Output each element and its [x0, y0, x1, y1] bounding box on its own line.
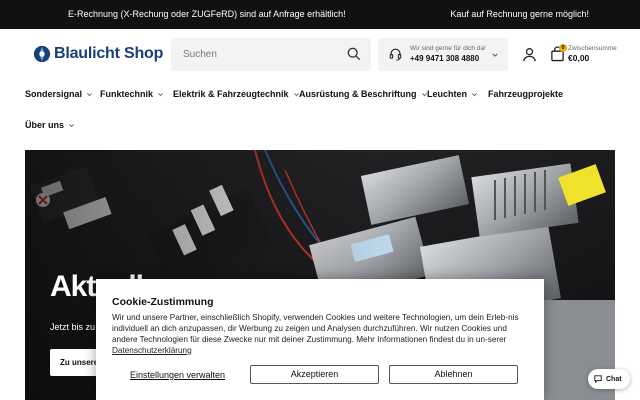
chevron-down-icon: [69, 123, 74, 127]
headset-icon: [389, 48, 402, 61]
nav-item-label: Über uns: [25, 120, 65, 130]
contact-label: Wir sind gerne für dich da!: [410, 45, 486, 52]
announcement-bar: E-Rechnung (X-Rechung oder ZUGFeRD) sind…: [0, 0, 640, 29]
nav-item-funktechnik[interactable]: Funktechnik: [100, 89, 164, 99]
chevron-down-icon: [158, 92, 163, 96]
chevron-down-icon: [492, 53, 498, 57]
cart-subtotal-label: Zwischensumme: [568, 45, 617, 52]
cookie-title: Cookie-Zustimmung: [112, 296, 214, 308]
nav-item-label: Sondersignal: [25, 89, 83, 99]
reject-button[interactable]: Ablehnen: [389, 365, 518, 384]
manage-settings-link[interactable]: Einstellungen verwalten: [130, 370, 225, 380]
nav-item-label: Funktechnik: [100, 89, 154, 99]
nav-item-leuchten[interactable]: Leuchten: [427, 89, 478, 99]
nav-item-label: Leuchten: [427, 89, 468, 99]
search-placeholder: Suchen: [183, 49, 217, 60]
nav-item-ausruestung[interactable]: Ausrüstung & Beschriftung: [299, 89, 428, 99]
cookie-consent-dialog: Cookie-Zustimmung Wir und unsere Partner…: [96, 279, 544, 400]
announcement-right: Kauf auf Rechnung gerne möglich!: [450, 9, 589, 19]
nav-item-label: Ausrüstung & Beschriftung: [299, 89, 417, 99]
nav-item-label: Fahrzeugprojekte: [488, 89, 564, 99]
cookie-body: Wir und unsere Partner, einschließlich S…: [112, 313, 519, 344]
nav-item-sondersignal[interactable]: Sondersignal: [25, 89, 93, 99]
site-logo[interactable]: Blaulicht Shop: [33, 43, 163, 65]
contact-phone[interactable]: +49 9471 308 4880: [410, 54, 479, 63]
cart-subtotal-amount: €0,00: [568, 53, 590, 63]
cookie-text: Wir und unsere Partner, einschließlich S…: [112, 312, 530, 356]
search-icon[interactable]: [347, 47, 361, 61]
nav-item-fahrzeugprojekte[interactable]: Fahrzeugprojekte: [488, 89, 563, 99]
chevron-down-icon: [87, 92, 92, 96]
chat-button[interactable]: Chat: [588, 369, 630, 389]
chat-icon: [594, 375, 602, 383]
hero-subtitle: Jetzt bis zu: [50, 322, 96, 332]
cart-count-badge: 0: [559, 44, 567, 52]
nav-item-elektrik[interactable]: Elektrik & Fahrzeugtechnik: [173, 89, 300, 99]
nav-item-ueber-uns[interactable]: Über uns: [25, 120, 75, 130]
chat-label: Chat: [606, 375, 622, 383]
chevron-down-icon: [472, 92, 477, 96]
contact-dropdown[interactable]: Wir sind gerne für dich da! +49 9471 308…: [378, 38, 508, 71]
account-icon[interactable]: [522, 47, 537, 62]
announcement-left: E-Rechnung (X-Rechung oder ZUGFeRD) sind…: [68, 9, 346, 19]
logo-text: Blaulicht Shop: [54, 45, 164, 62]
search-input[interactable]: Suchen: [171, 38, 371, 71]
nav-item-label: Elektrik & Fahrzeugtechnik: [173, 89, 289, 99]
privacy-link[interactable]: Datenschutzerklärung: [112, 346, 192, 355]
accept-button[interactable]: Akzeptieren: [250, 365, 379, 384]
logo-icon: [33, 45, 51, 63]
